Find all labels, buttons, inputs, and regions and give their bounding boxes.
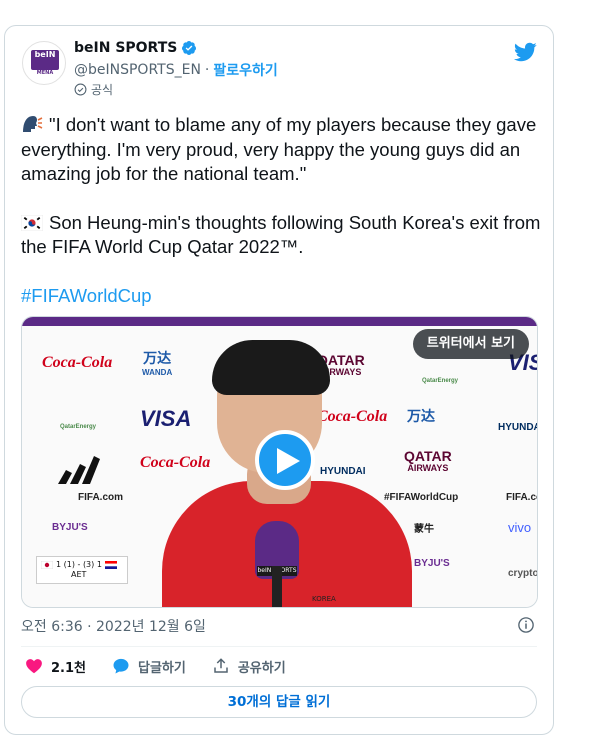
heart-icon xyxy=(26,659,42,674)
sponsor-hyundai-2: HYUNDAI xyxy=(320,466,366,477)
sponsor-fifa-2: FIFA.com xyxy=(506,492,537,503)
scoreboard: 1 (1) - (3) 1 AET xyxy=(36,556,128,584)
sponsor-crypto: crypto xyxy=(508,568,538,579)
play-button[interactable] xyxy=(255,430,315,490)
reply-label: 답글하기 xyxy=(138,660,186,676)
sponsor-fifa: FIFA.com xyxy=(78,492,124,503)
official-check-icon xyxy=(74,83,87,96)
adidas-logo-icon xyxy=(58,456,100,484)
hashtag-link[interactable]: #FIFAWorldCup xyxy=(21,285,152,306)
tweet-summary: Son Heung-min's thoughts following South… xyxy=(21,211,541,258)
author-name[interactable]: beIN SPORTS xyxy=(74,40,177,56)
croatia-flag-icon xyxy=(104,561,117,569)
speaking-head-icon xyxy=(23,116,43,132)
footer-divider xyxy=(21,646,537,647)
sponsor-coca-cola-3: Coca-Cola xyxy=(140,454,211,471)
sponsor-wanda: 万达 WANDA xyxy=(142,350,173,379)
share-icon xyxy=(214,658,228,673)
sponsor-vivo: vivo xyxy=(508,520,532,535)
tweet-card[interactable]: beIN MENA beIN SPORTS @beINSPORTS_EN · 팔… xyxy=(4,25,554,735)
tweet-actions: 2.1천 답글하기 공유하기 xyxy=(25,656,312,676)
bein-logo: beIN xyxy=(31,50,59,70)
author-name-row[interactable]: beIN SPORTS xyxy=(74,40,197,56)
avatar[interactable]: beIN MENA xyxy=(22,41,66,85)
tweet-summary-paragraph: Son Heung-min's thoughts following South… xyxy=(21,211,541,260)
handle-row: @beINSPORTS_EN · 팔로우하기 xyxy=(74,60,278,80)
share-button[interactable]: 공유하기 xyxy=(212,656,286,676)
handle-separator: · xyxy=(204,62,210,78)
like-button[interactable]: 2.1천 xyxy=(25,656,86,676)
twitter-logo-icon[interactable] xyxy=(513,40,537,64)
sponsor-byjus-2: BYJU'S xyxy=(414,558,450,569)
qatar-sub-text-2: AIRWAYS xyxy=(407,463,449,473)
wanda-sub-text: WANDA xyxy=(142,368,173,377)
play-icon xyxy=(277,448,300,474)
sponsor-byjus: BYJU'S xyxy=(52,522,88,533)
player-hair xyxy=(212,340,330,395)
south-korea-flag-icon xyxy=(21,214,43,231)
official-label: 공식 xyxy=(91,83,114,97)
info-icon[interactable] xyxy=(517,616,535,634)
tweet-text: "I don't want to blame any of my players… xyxy=(21,113,541,308)
scoreboard-score: 1 (1) - (3) 1 xyxy=(56,560,102,569)
follow-button[interactable]: 팔로우하기 xyxy=(213,60,277,80)
scoreboard-aet: AET xyxy=(71,570,87,579)
sponsor-qatarenergy-2: QatarEnergy xyxy=(60,424,97,430)
jersey-korea-text: KOREA xyxy=(312,595,336,603)
sponsor-coca-cola-2: Coca-Cola xyxy=(317,408,388,425)
sponsor-wanda-2: 万达 xyxy=(407,408,435,424)
reply-button[interactable]: 답글하기 xyxy=(112,656,186,676)
official-label-row: 공식 xyxy=(74,81,113,98)
share-label: 공유하기 xyxy=(237,660,286,676)
tweet-timestamp[interactable]: 오전 6:36 · 2022년 12월 6일 xyxy=(21,616,206,636)
tweet-quote: "I don't want to blame any of my players… xyxy=(21,114,537,184)
sponsor-hyundai: HYUNDAI xyxy=(498,422,537,433)
view-on-twitter-button[interactable]: 트위터에서 보기 xyxy=(412,329,529,359)
video-media[interactable]: Coca-Cola 万达 WANDA QATAR AIRWAYS QatarEner… xyxy=(21,316,538,608)
japan-flag-icon xyxy=(41,561,53,569)
sponsor-coca-cola: Coca-Cola xyxy=(42,354,113,371)
wanda-text: 万达 xyxy=(143,350,172,366)
sponsor-qatarenergy: QatarEnergy xyxy=(422,378,459,384)
verified-badge-icon xyxy=(182,41,197,55)
reply-icon xyxy=(113,658,129,674)
mic-stick xyxy=(272,566,282,607)
sponsor-qatar-airways-2: QATAR AIRWAYS xyxy=(404,449,452,474)
like-count: 2.1천 xyxy=(51,660,86,676)
avatar-subtext: MENA xyxy=(36,70,54,76)
author-handle[interactable]: @beINSPORTS_EN xyxy=(74,62,201,78)
sponsor-fifa-hashtag: #FIFAWorldCup xyxy=(384,492,459,503)
media-topbar xyxy=(22,317,537,326)
tweet-quote-paragraph: "I don't want to blame any of my players… xyxy=(21,113,541,187)
sponsor-mengniu: 蒙牛 xyxy=(414,524,434,535)
read-replies-button[interactable]: 30개의 답글 읽기 xyxy=(21,686,537,718)
sponsor-visa: VISA xyxy=(140,406,192,431)
